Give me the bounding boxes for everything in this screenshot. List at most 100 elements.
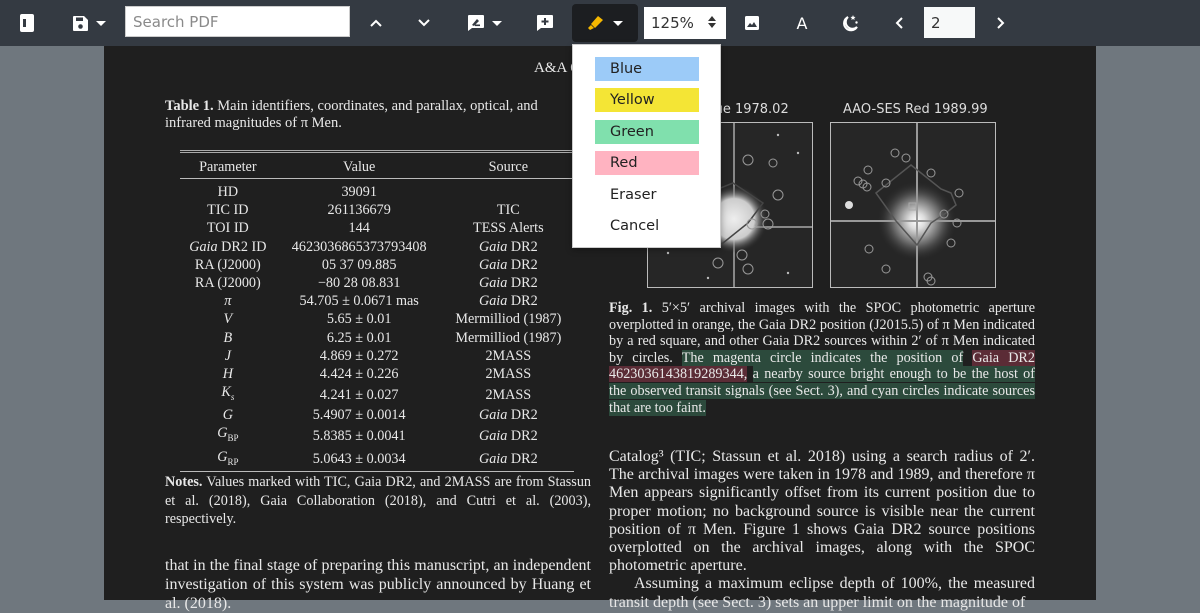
- chevron-left-icon: [895, 17, 903, 29]
- parameter-cell: RA (J2000): [194, 275, 261, 292]
- table-row: V 5.65 ± 0.01 Mermilliod (1987): [180, 310, 574, 328]
- parameter-cell: B: [223, 329, 233, 346]
- source-cell: Gaia DR2: [478, 293, 538, 310]
- toolbar: 125% A: [0, 0, 1200, 46]
- table-row: RA (J2000) −80 28 08.831 Gaia DR2: [180, 274, 574, 292]
- column-header: Parameter: [199, 159, 257, 175]
- value-cell: 5.4907 ± 0.0014: [312, 407, 406, 424]
- annotate-button[interactable]: [466, 0, 504, 46]
- menu-item-blue[interactable]: Blue: [595, 57, 699, 81]
- night-mode-button[interactable]: [838, 0, 862, 46]
- zoom-value: 125%: [651, 14, 694, 32]
- image-button[interactable]: [742, 0, 762, 46]
- source-cell: [443, 179, 574, 202]
- parameter-cell: Gaia DR2 ID: [189, 238, 267, 255]
- parameter-cell: J: [224, 347, 231, 364]
- source-cell: Gaia DR2: [478, 238, 538, 255]
- up-down-arrows-icon: [708, 16, 716, 28]
- next-page-button[interactable]: [992, 0, 1010, 46]
- parameter-cell: H: [222, 366, 233, 383]
- notes-text: Values marked with TIC, Gaia DR2, and 2M…: [165, 474, 592, 527]
- parameter-cell: G: [222, 407, 233, 424]
- table-header-row: Parameter Value Source: [180, 151, 574, 179]
- search-input[interactable]: [125, 6, 350, 37]
- highlight-color-menu: Blue Yellow Green Red Eraser Cancel: [572, 44, 721, 248]
- source-cell: Gaia DR2: [478, 450, 538, 467]
- figure-caption-label: Fig. 1.: [609, 300, 653, 316]
- value-cell: 54.705 ± 0.0671 mas: [299, 293, 419, 310]
- previous-match-button[interactable]: [366, 0, 386, 46]
- previous-page-button[interactable]: [890, 0, 908, 46]
- comment-edit-icon: [468, 15, 484, 31]
- value-cell: 4.869 ± 0.272: [319, 347, 399, 364]
- source-cell: 2MASS: [485, 386, 532, 403]
- value-cell: 4.241 ± 0.027: [319, 386, 399, 403]
- value-cell: −80 28 08.831: [317, 275, 401, 292]
- menu-item-green[interactable]: Green: [595, 120, 699, 144]
- figure-caption: Fig. 1. 5′×5′ archival images with the S…: [609, 300, 1036, 416]
- table-row: G 5.4907 ± 0.0014 Gaia DR2: [180, 406, 574, 424]
- menu-item-yellow[interactable]: Yellow: [595, 88, 699, 112]
- table-caption-label: Table 1.: [165, 98, 214, 114]
- floppy-disk-icon: [72, 15, 88, 31]
- table-row: J 4.869 ± 0.272 2MASS: [180, 347, 574, 365]
- table-row: H 4.424 ± 0.226 2MASS: [180, 365, 574, 383]
- value-cell: 4623036865373793408: [291, 238, 427, 255]
- table-notes: Notes. Values marked with TIC, Gaia DR2,…: [165, 473, 591, 529]
- next-match-button[interactable]: [414, 0, 434, 46]
- menu-item-red[interactable]: Red: [595, 151, 699, 175]
- save-button[interactable]: [70, 0, 108, 46]
- notes-label: Notes.: [165, 474, 203, 490]
- source-cell: TESS Alerts: [473, 220, 544, 237]
- value-cell: 4.424 ± 0.226: [319, 366, 399, 383]
- value-cell: 5.8385 ± 0.0041: [312, 427, 406, 444]
- font-A-icon: A: [796, 13, 808, 33]
- table-caption-text: Main identifiers, coordinates, and paral…: [165, 98, 538, 131]
- caret-down-icon: [492, 20, 502, 26]
- parameter-cell: RA (J2000): [194, 256, 261, 273]
- table-row: TIC ID 261136679 TIC: [180, 201, 574, 219]
- value-cell: 144: [348, 220, 370, 237]
- source-cell: Gaia DR2: [478, 407, 538, 424]
- chevron-down-icon: [418, 19, 430, 27]
- table-row: GBP 5.8385 ± 0.0041 Gaia DR2: [180, 424, 574, 447]
- green-highlight[interactable]: The magenta circle indicates the positio…: [681, 349, 964, 366]
- table-row: Gaia DR2 ID 4623036865373793408 Gaia DR2: [180, 238, 574, 256]
- highlighter-icon: [588, 16, 603, 30]
- body-text-right: Catalog³ (TIC; Stassun et al. 2018) usin…: [609, 448, 1035, 612]
- parameter-cell: HD: [217, 184, 239, 200]
- sidebar-toggle-button[interactable]: [14, 0, 40, 46]
- parameter-cell: V: [223, 311, 233, 328]
- menu-item-cancel[interactable]: Cancel: [595, 214, 699, 238]
- source-cell: Mermilliod (1987): [455, 329, 562, 346]
- source-cell: Gaia DR2: [478, 256, 538, 273]
- page-number-input[interactable]: [924, 7, 975, 38]
- parameter-cell: GRP: [217, 448, 239, 467]
- source-cell: Mermilliod (1987): [455, 311, 562, 328]
- paragraph: Assuming a maximum eclipse depth of 100%…: [609, 575, 1035, 611]
- table-row: B 6.25 ± 0.01 Mermilliod (1987): [180, 329, 574, 347]
- value-cell: 5.0643 ± 0.0034: [312, 450, 406, 467]
- zoom-select[interactable]: 125%: [644, 7, 726, 39]
- body-text-left: that in the final stage of preparing thi…: [165, 557, 591, 612]
- paragraph: Catalog³ (TIC; Stassun et al. 2018) usin…: [609, 448, 1035, 575]
- table-row: TOI ID 144 TESS Alerts: [180, 219, 574, 237]
- parameters-table: Parameter Value Source HD 39091 TIC ID 2611…: [180, 150, 574, 472]
- font-button[interactable]: A: [790, 0, 814, 46]
- highlighter-button[interactable]: [572, 4, 638, 42]
- table-caption: Table 1. Main identifiers, coordinates, …: [165, 98, 575, 132]
- caret-down-icon: [95, 20, 106, 26]
- figure-title-red: AAO-SES Red 1989.99: [843, 102, 988, 117]
- value-cell: 5.65 ± 0.01: [326, 311, 392, 328]
- chevron-right-icon: [997, 17, 1005, 29]
- column-header: Source: [488, 159, 529, 175]
- sidebar-toggle-icon: [20, 14, 34, 32]
- add-comment-button[interactable]: [534, 0, 556, 46]
- source-cell: Gaia DR2: [478, 427, 538, 444]
- parameter-cell: Ks: [221, 384, 235, 403]
- table-row: π 54.705 ± 0.0671 mas Gaia DR2: [180, 292, 574, 310]
- image-icon: [745, 16, 759, 30]
- menu-item-eraser[interactable]: Eraser: [595, 183, 699, 207]
- table-row: Ks 4.241 ± 0.027 2MASS: [180, 383, 574, 406]
- parameter-cell: GBP: [217, 425, 239, 444]
